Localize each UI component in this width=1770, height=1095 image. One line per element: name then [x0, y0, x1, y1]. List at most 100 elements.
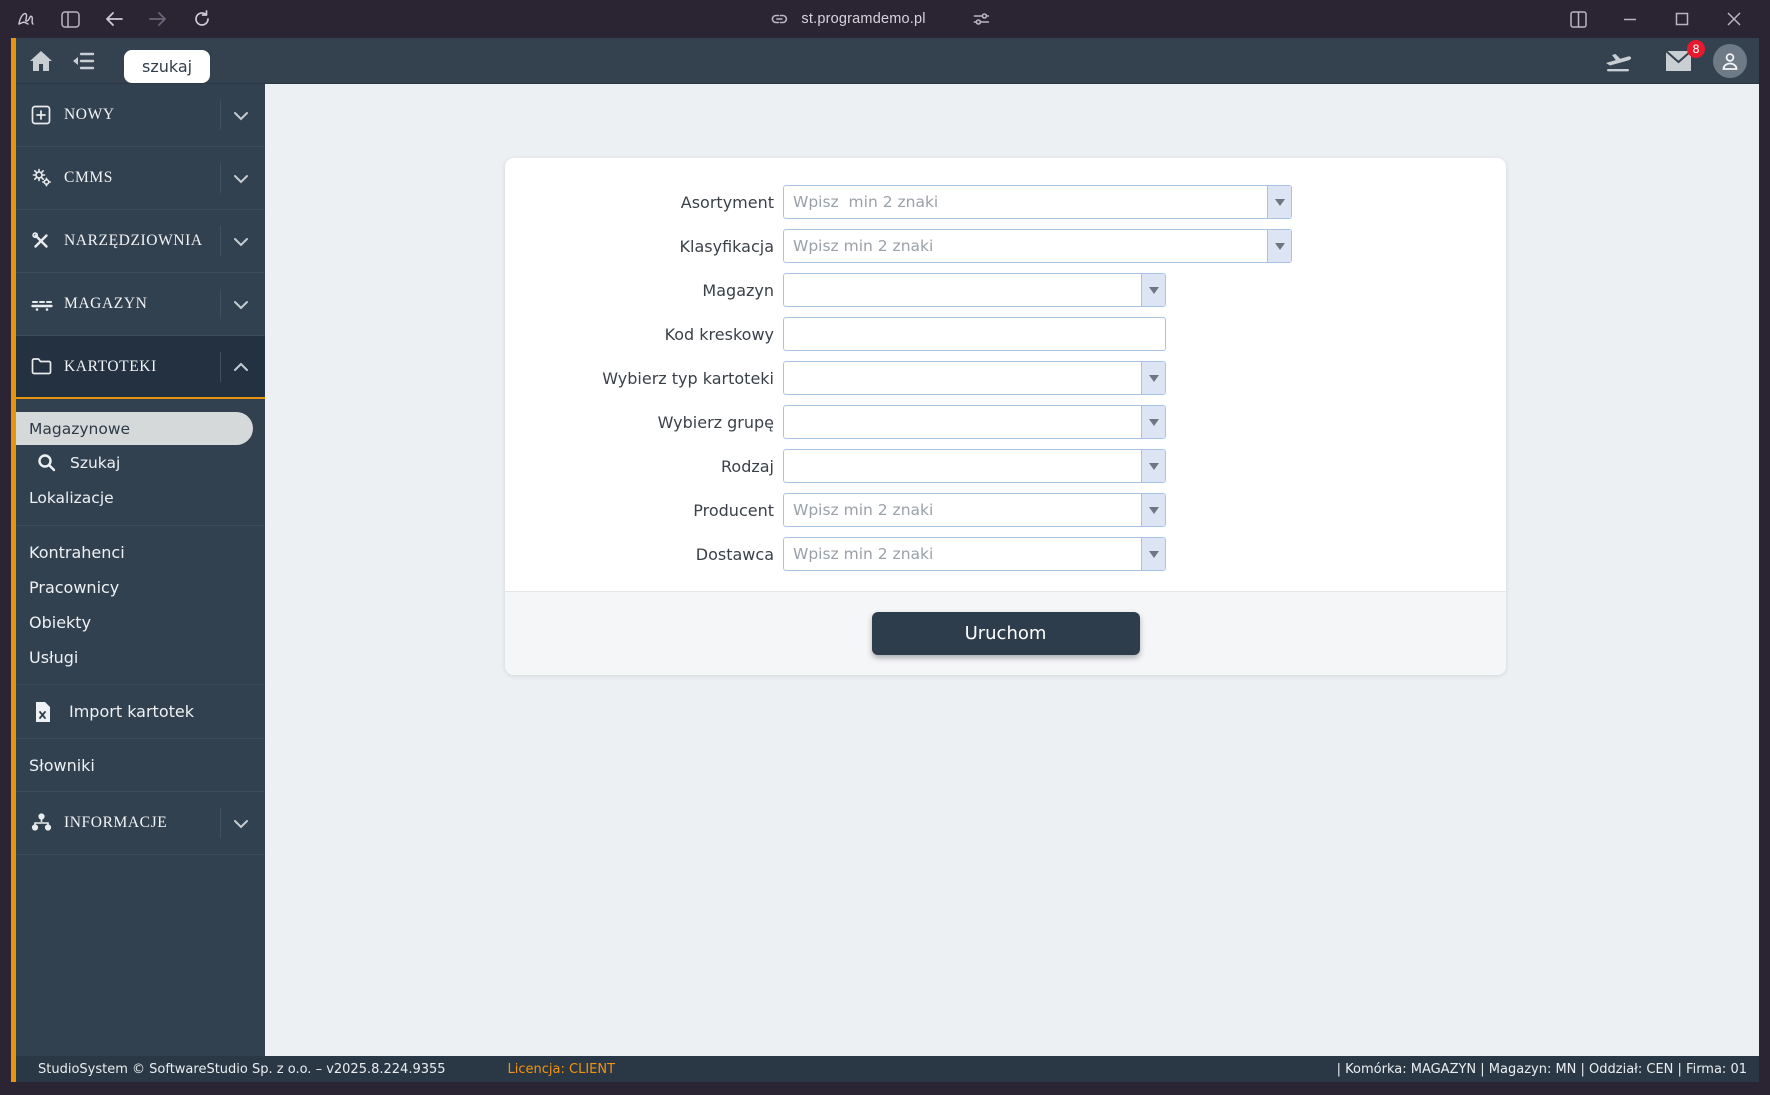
sitemap-icon: [31, 813, 51, 833]
field-label: Klasyfikacja: [505, 237, 783, 256]
person-icon: [1720, 51, 1740, 71]
dostawca-input[interactable]: [784, 538, 1141, 570]
klasyfikacja-dropdown-button[interactable]: [1267, 230, 1291, 262]
sidebar-section-label: NOWY: [64, 106, 220, 124]
license-text: Licencja: CLIENT: [508, 1062, 616, 1077]
dostawca-dropdown-button[interactable]: [1141, 538, 1165, 570]
submenu-item-obiekty[interactable]: Obiekty: [16, 605, 265, 640]
link-icon[interactable]: [769, 9, 789, 29]
field-label: Asortyment: [505, 193, 783, 212]
dropdown-arrow-icon: [1149, 375, 1159, 382]
typ-kartoteki-dropdown-button[interactable]: [1141, 362, 1165, 394]
split-view-icon[interactable]: [1568, 9, 1588, 29]
chevron-down-icon: [233, 232, 253, 251]
grupa-select[interactable]: [784, 406, 1141, 438]
typ-kartoteki-select[interactable]: [784, 362, 1141, 394]
field-label: Wybierz typ kartoteki: [505, 369, 783, 388]
submenu-item-label: Import kartotek: [69, 702, 194, 721]
submenu-item-label: Magazynowe: [29, 420, 130, 438]
submenu-item-label: Kontrahenci: [29, 543, 125, 562]
submenu-item-label: Lokalizacje: [29, 489, 114, 507]
form-row-dostawca: Dostawca: [505, 537, 1506, 571]
submenu-item-uslugi[interactable]: Usługi: [16, 640, 265, 675]
main-content: Asortyment Klasyfikacja: [265, 84, 1759, 1056]
klasyfikacja-input[interactable]: [784, 230, 1267, 262]
form-row-kod-kreskowy: Kod kreskowy: [505, 317, 1506, 351]
dropdown-arrow-icon: [1275, 199, 1285, 206]
rodzaj-dropdown-button[interactable]: [1141, 450, 1165, 482]
sidebar: NOWY CMMS: [16, 84, 265, 1056]
reload-icon[interactable]: [192, 9, 212, 29]
plus-square-icon: [31, 105, 51, 125]
producent-input[interactable]: [784, 494, 1141, 526]
magazyn-select[interactable]: [784, 274, 1141, 306]
sidebar-section-label: CMMS: [64, 169, 220, 187]
submenu-item-szukaj[interactable]: Szukaj: [16, 445, 265, 480]
submenu-item-kontrahenci[interactable]: Kontrahenci: [16, 535, 265, 570]
home-button[interactable]: [24, 44, 58, 78]
forward-icon[interactable]: [148, 9, 168, 29]
sidebar-section-label: NARZĘDZIOWNIA: [64, 232, 220, 250]
form-row-asortyment: Asortyment: [505, 185, 1506, 219]
status-bar: StudioSystem © SoftwareStudio Sp. z o.o.…: [16, 1056, 1759, 1082]
sidebar-item-narzedziownia[interactable]: NARZĘDZIOWNIA: [16, 210, 265, 273]
sidebar-item-cmms[interactable]: CMMS: [16, 147, 265, 210]
grupa-dropdown-button[interactable]: [1141, 406, 1165, 438]
form-row-klasyfikacja: Klasyfikacja: [505, 229, 1506, 263]
asortyment-dropdown-button[interactable]: [1267, 186, 1291, 218]
chevron-down-icon: [233, 106, 253, 125]
field-label: Producent: [505, 501, 783, 520]
sidebar-item-informacje[interactable]: INFORMACJE: [16, 792, 265, 855]
minimize-button[interactable]: [1620, 9, 1640, 29]
excel-file-icon: [34, 701, 53, 723]
back-icon[interactable]: [104, 9, 124, 29]
maximize-button[interactable]: [1672, 9, 1692, 29]
sidebar-item-kartoteki[interactable]: KARTOTEKI: [16, 336, 265, 399]
chevron-down-icon: [233, 295, 253, 314]
field-label: Dostawca: [505, 545, 783, 564]
chevron-down-icon: [233, 169, 253, 188]
chevron-down-icon: [233, 814, 253, 833]
collapse-menu-icon[interactable]: [66, 44, 100, 78]
rodzaj-select[interactable]: [784, 450, 1141, 482]
submenu-item-label: Słowniki: [29, 756, 95, 775]
sidebar-toggle-icon[interactable]: [60, 9, 80, 29]
submenu-item-lokalizacje[interactable]: Lokalizacje: [16, 480, 265, 515]
account-button[interactable]: [1713, 44, 1747, 78]
kartoteki-submenu: Magazynowe Szukaj Lokalizacje: [16, 399, 265, 525]
gears-icon: [31, 168, 51, 188]
sidebar-item-magazyn[interactable]: MAGAZYN: [16, 273, 265, 336]
sidebar-section-label: KARTOTEKI: [64, 358, 220, 376]
submenu-item-label: Usługi: [29, 648, 78, 667]
kod-kreskowy-input[interactable]: [783, 317, 1166, 351]
flight-takeoff-icon[interactable]: [1601, 44, 1635, 78]
field-label: Magazyn: [505, 281, 783, 300]
accent-stripe: [11, 38, 16, 1082]
page-settings-icon[interactable]: [972, 9, 992, 29]
run-button[interactable]: Uruchom: [872, 612, 1140, 655]
submenu-item-magazynowe[interactable]: Magazynowe: [16, 412, 253, 445]
dropdown-arrow-icon: [1149, 463, 1159, 470]
submenu-item-import-kartotek[interactable]: Import kartotek: [16, 685, 265, 738]
producent-dropdown-button[interactable]: [1141, 494, 1165, 526]
app-root: szukaj 8: [16, 38, 1759, 1082]
address-bar-url[interactable]: st.programdemo.pl: [801, 11, 925, 27]
magazyn-dropdown-button[interactable]: [1141, 274, 1165, 306]
tab-szukaj-label: szukaj: [142, 57, 192, 76]
submenu-item-pracownicy[interactable]: Pracownicy: [16, 570, 265, 605]
card-footer: Uruchom: [505, 591, 1506, 675]
field-label: Kod kreskowy: [505, 325, 783, 344]
submenu-item-label: Pracownicy: [29, 578, 119, 597]
close-button[interactable]: [1724, 9, 1744, 29]
asortyment-input[interactable]: [784, 186, 1267, 218]
dropdown-arrow-icon: [1149, 287, 1159, 294]
mail-button[interactable]: 8: [1661, 44, 1695, 78]
browser-logo-icon[interactable]: [16, 9, 36, 29]
dropdown-arrow-icon: [1149, 551, 1159, 558]
sidebar-item-nowy[interactable]: NOWY: [16, 84, 265, 147]
submenu-item-slowniki[interactable]: Słowniki: [16, 739, 265, 791]
tab-szukaj[interactable]: szukaj: [124, 50, 210, 83]
form-row-typ-kartoteki: Wybierz typ kartoteki: [505, 361, 1506, 395]
context-text: | Komórka: MAGAZYN | Magazyn: MN | Oddzi…: [1337, 1062, 1747, 1077]
form-row-magazyn: Magazyn: [505, 273, 1506, 307]
